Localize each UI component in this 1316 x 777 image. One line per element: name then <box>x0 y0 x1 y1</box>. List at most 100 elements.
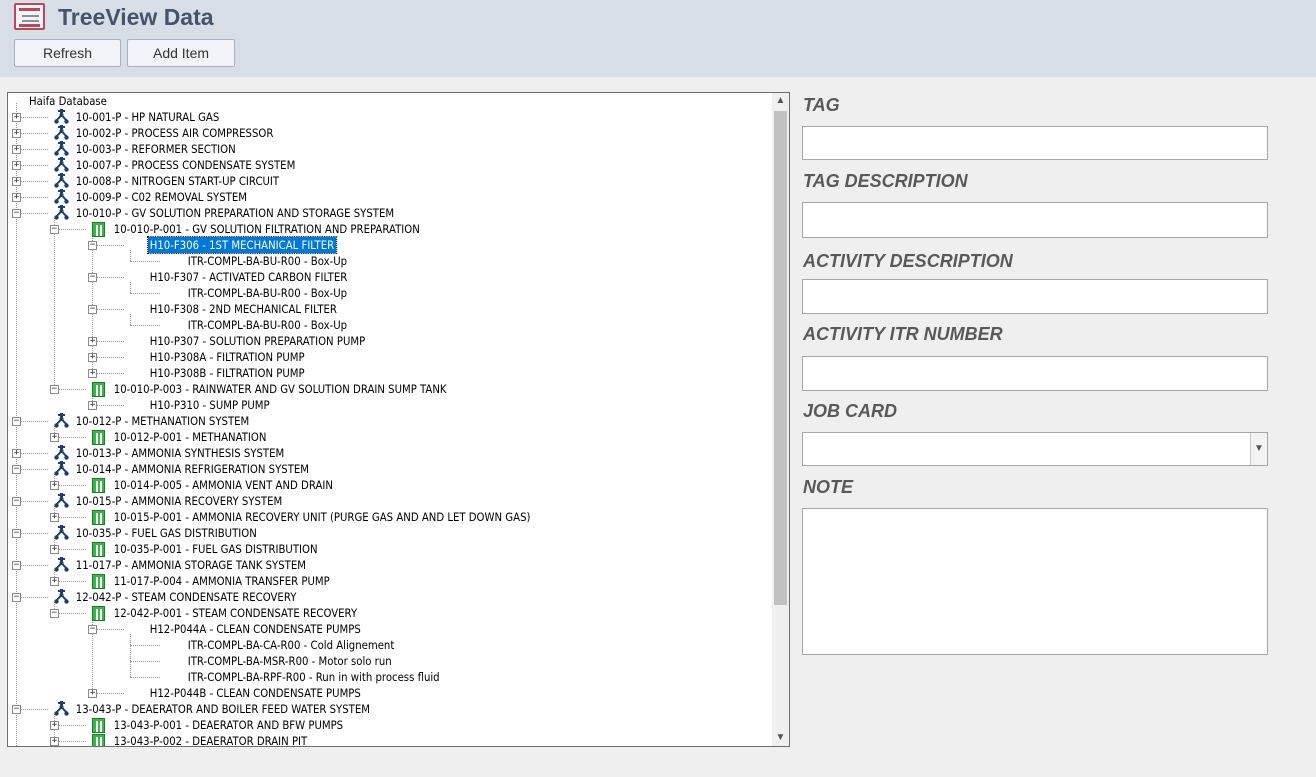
expand-icon[interactable]: + <box>50 433 59 442</box>
scroll-down-icon[interactable]: ▼ <box>772 730 789 746</box>
system-valve-icon <box>54 557 69 572</box>
tree-connector <box>130 661 160 662</box>
refresh-button[interactable]: Refresh <box>14 39 121 67</box>
scroll-thumb[interactable] <box>774 111 787 605</box>
collapse-icon[interactable]: − <box>88 305 97 314</box>
collapse-icon[interactable]: − <box>50 609 59 618</box>
tree-node-label[interactable]: 11-017-P-004 - AMMONIA TRANSFER PUMP <box>112 573 332 589</box>
scroll-up-icon[interactable]: ▲ <box>772 93 789 109</box>
expand-icon[interactable]: + <box>88 353 97 362</box>
collapse-icon[interactable]: − <box>12 209 21 218</box>
expand-icon[interactable]: + <box>88 689 97 698</box>
note-textarea[interactable] <box>802 508 1268 655</box>
system-valve-icon <box>54 125 69 140</box>
tree-node-label[interactable]: H10-P308A - FILTRATION PUMP <box>148 349 306 365</box>
tree-node-label[interactable]: ITR-COMPL-BA-MSR-R00 - Motor solo run <box>186 653 393 669</box>
tree-node-label[interactable]: 10-008-P - NITROGEN START-UP CIRCUIT <box>74 173 281 189</box>
tree-view[interactable]: Haifa Database ▲ ▼ +10-001-P - HP NATURA… <box>7 92 790 747</box>
tree-node-label[interactable]: 13-043-P-002 - DEAERATOR DRAIN PIT <box>112 733 309 746</box>
tag-input[interactable] <box>802 126 1268 160</box>
system-valve-icon <box>54 173 69 188</box>
activity-description-input[interactable] <box>802 279 1268 314</box>
tag-description-input[interactable] <box>802 202 1268 238</box>
tree-node-label[interactable]: 10-007-P - PROCESS CONDENSATE SYSTEM <box>74 157 297 173</box>
collapse-icon[interactable]: − <box>12 529 21 538</box>
collapse-icon[interactable]: − <box>50 225 59 234</box>
tree-node-label[interactable]: 10-013-P - AMMONIA SYNTHESIS SYSTEM <box>74 445 286 461</box>
expand-icon[interactable]: + <box>50 737 59 746</box>
tree-node-label[interactable]: 10-012-P - METHANATION SYSTEM <box>74 413 251 429</box>
tree-node-label[interactable]: ITR-COMPL-BA-CA-R00 - Cold Alignement <box>186 637 396 653</box>
collapse-icon[interactable]: − <box>12 593 21 602</box>
system-valve-icon <box>54 493 69 508</box>
tree-node-label[interactable]: 13-043-P - DEAERATOR AND BOILER FEED WAT… <box>74 701 372 717</box>
chevron-down-icon[interactable]: ▼ <box>1250 433 1267 465</box>
tree-node-label[interactable]: H10-P310 - SUMP PUMP <box>148 397 271 413</box>
collapse-icon[interactable]: − <box>12 497 21 506</box>
tree-node-label[interactable]: H12-P044A - CLEAN CONDENSATE PUMPS <box>148 621 363 637</box>
expand-icon[interactable]: + <box>12 449 21 458</box>
tree-node-label[interactable]: H10-F308 - 2ND MECHANICAL FILTER <box>148 301 339 317</box>
tree-node-label[interactable]: ITR-COMPL-BA-BU-R00 - Box-Up <box>186 317 349 333</box>
tree-node-label[interactable]: H10-F307 - ACTIVATED CARBON FILTER <box>148 269 349 285</box>
collapse-icon[interactable]: − <box>12 561 21 570</box>
add-item-button[interactable]: Add Item <box>127 39 235 67</box>
tree-node-label[interactable]: 10-009-P - C02 REMOVAL SYSTEM <box>74 189 249 205</box>
tree-node-label[interactable]: ITR-COMPL-BA-BU-R00 - Box-Up <box>186 253 349 269</box>
tree-node-label[interactable]: 10-002-P - PROCESS AIR COMPRESSOR <box>74 125 275 141</box>
tree-root-label[interactable]: Haifa Database <box>29 94 107 108</box>
tree-node-label[interactable]: 10-003-P - REFORMER SECTION <box>74 141 237 157</box>
expand-icon[interactable]: + <box>12 129 21 138</box>
collapse-icon[interactable]: − <box>12 705 21 714</box>
collapse-icon[interactable]: − <box>12 465 21 474</box>
expand-icon[interactable]: + <box>12 161 21 170</box>
expand-icon[interactable]: + <box>12 145 21 154</box>
expand-icon[interactable]: + <box>12 177 21 186</box>
tree-node-label[interactable]: 10-015-P-001 - AMMONIA RECOVERY UNIT (PU… <box>112 509 532 525</box>
collapse-icon[interactable]: − <box>88 273 97 282</box>
tree-node-label[interactable]: H10-P307 - SOLUTION PREPARATION PUMP <box>148 333 367 349</box>
tree-node-label[interactable]: 10-014-P-005 - AMMONIA VENT AND DRAIN <box>112 477 335 493</box>
expand-icon[interactable]: + <box>50 481 59 490</box>
tree-node-label[interactable]: 12-042-P - STEAM CONDENSATE RECOVERY <box>74 589 298 605</box>
tree-node-label[interactable]: 10-001-P - HP NATURAL GAS <box>74 109 221 125</box>
package-icon <box>92 478 105 493</box>
tree-node-label-selected[interactable]: H10-F306 - 1ST MECHANICAL FILTER <box>147 236 337 254</box>
expand-icon[interactable]: + <box>50 513 59 522</box>
activity-itr-number-input[interactable] <box>802 356 1268 391</box>
package-icon <box>92 574 105 589</box>
app-form-icon <box>14 3 45 30</box>
tree-node-label[interactable]: 11-017-P - AMMONIA STORAGE TANK SYSTEM <box>74 557 308 573</box>
collapse-icon[interactable]: − <box>88 625 97 634</box>
package-icon <box>92 222 105 237</box>
tree-vertical-scrollbar[interactable]: ▲ ▼ <box>772 93 789 746</box>
tree-node-label[interactable]: ITR-COMPL-BA-BU-R00 - Box-Up <box>186 285 349 301</box>
tree-node-label[interactable]: 10-010-P-003 - RAINWATER AND GV SOLUTION… <box>112 381 448 397</box>
tree-node-label[interactable]: H12-P044B - CLEAN CONDENSATE PUMPS <box>148 685 363 701</box>
tree-node-label[interactable]: 10-035-P - FUEL GAS DISTRIBUTION <box>74 525 259 541</box>
expand-icon[interactable]: + <box>50 577 59 586</box>
expand-icon[interactable]: + <box>88 337 97 346</box>
tree-node-label[interactable]: 10-010-P - GV SOLUTION PREPARATION AND S… <box>74 205 396 221</box>
collapse-icon[interactable]: − <box>88 241 97 250</box>
tree-node-label[interactable]: 10-014-P - AMMONIA REFRIGERATION SYSTEM <box>74 461 311 477</box>
tree-node-label[interactable]: 12-042-P-001 - STEAM CONDENSATE RECOVERY <box>112 605 359 621</box>
system-valve-icon <box>54 525 69 540</box>
job-card-select[interactable]: ▼ <box>802 432 1268 466</box>
tree-node-label[interactable]: 13-043-P-001 - DEAERATOR AND BFW PUMPS <box>112 717 345 733</box>
expand-icon[interactable]: + <box>88 401 97 410</box>
system-valve-icon <box>54 189 69 204</box>
tree-node-label[interactable]: H10-P308B - FILTRATION PUMP <box>148 365 306 381</box>
collapse-icon[interactable]: − <box>12 417 21 426</box>
expand-icon[interactable]: + <box>12 113 21 122</box>
collapse-icon[interactable]: − <box>50 385 59 394</box>
expand-icon[interactable]: + <box>50 721 59 730</box>
tree-node-label[interactable]: 10-035-P-001 - FUEL GAS DISTRIBUTION <box>112 541 319 557</box>
tree-node-label[interactable]: 10-012-P-001 - METHANATION <box>112 429 268 445</box>
tree-node-label[interactable]: ITR-COMPL-BA-RPF-R00 - Run in with proce… <box>186 669 441 685</box>
expand-icon[interactable]: + <box>88 369 97 378</box>
expand-icon[interactable]: + <box>50 545 59 554</box>
expand-icon[interactable]: + <box>12 193 21 202</box>
tree-node-label[interactable]: 10-010-P-001 - GV SOLUTION FILTRATION AN… <box>112 221 422 237</box>
tree-node-label[interactable]: 10-015-P - AMMONIA RECOVERY SYSTEM <box>74 493 284 509</box>
